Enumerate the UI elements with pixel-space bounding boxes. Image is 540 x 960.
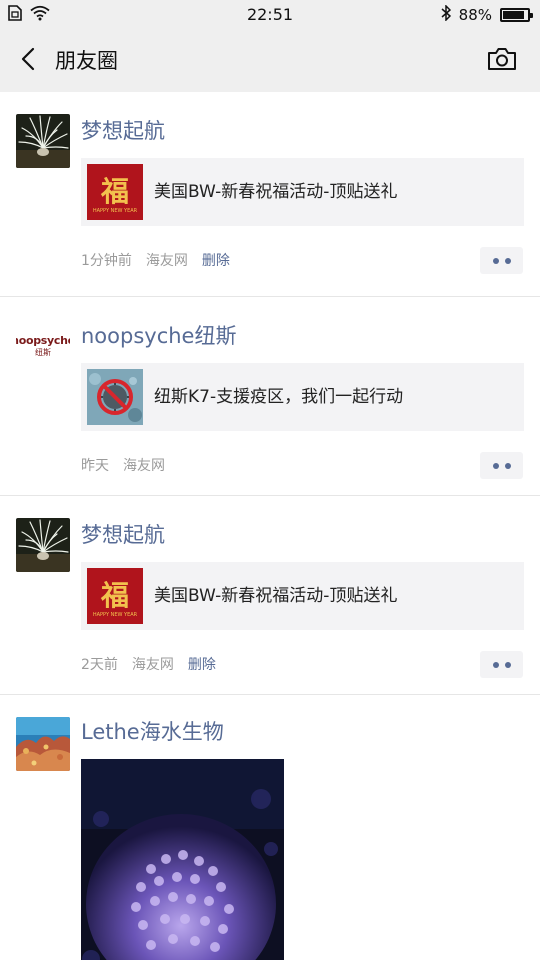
no-virus-sign [87,369,143,425]
link-thumbnail [87,369,143,425]
moment-post: 梦想起航 福 HAPPY NEW YEAR 美国BW-新春祝福活动-顶贴送礼 2… [0,496,540,695]
more-actions-button[interactable] [480,452,523,479]
sea-anemone-photo [16,518,70,572]
shared-link-card[interactable]: 纽斯K7-支援疫区，我们一起行动 [81,363,524,431]
shared-link-card[interactable]: 福 HAPPY NEW YEAR 美国BW-新春祝福活动-顶贴送礼 [81,562,524,630]
sea-anemone-photo [16,114,70,168]
bluetooth-icon [441,4,451,25]
nav-bar: 朋友圈 [0,30,540,92]
link-thumbnail: 福 HAPPY NEW YEAR [87,164,143,220]
delete-link[interactable]: 删除 [188,654,216,674]
more-actions-button[interactable] [480,651,523,678]
camera-button[interactable] [486,45,518,77]
status-bar: 22:51 88% [0,0,540,30]
post-author[interactable]: 梦想起航 [81,520,165,550]
post-author[interactable]: 梦想起航 [81,116,165,146]
link-title: 美国BW-新春祝福活动-顶贴送礼 [154,586,398,606]
fu-character-red-card: 福 HAPPY NEW YEAR [87,568,143,624]
link-thumbnail: 福 HAPPY NEW YEAR [87,568,143,624]
post-source: 海友网 [131,657,174,673]
camera-icon [487,47,517,75]
more-dots-icon [492,257,499,264]
link-title: 纽斯K7-支援疫区，我们一起行动 [154,387,404,407]
post-author[interactable]: noopsyche纽斯 [81,321,236,351]
status-right: 88% [441,4,533,26]
post-source: 海友网 [145,253,188,269]
post-time: 2天前 [81,657,118,673]
post-source: 海友网 [123,458,165,474]
post-meta: 2天前 海友网 删除 [81,653,216,675]
post-meta: 昨天 海友网 [81,454,165,476]
post-photo[interactable] [81,759,284,960]
moment-post: Lethe海水生物 [0,695,540,960]
battery-icon [500,8,533,22]
shared-link-card[interactable]: 福 HAPPY NEW YEAR 美国BW-新春祝福活动-顶贴送礼 [81,158,524,226]
chevron-left-icon [20,47,36,75]
post-meta: 1分钟前 海友网 删除 [81,249,230,271]
link-title: 美国BW-新春祝福活动-顶贴送礼 [154,182,398,202]
more-dots-icon [492,661,499,668]
coral-reef-photo [16,717,70,771]
avatar[interactable]: noopsyche 纽斯 [16,319,70,373]
post-time: 1分钟前 [81,253,132,269]
noopsyche-logo: noopsyche 纽斯 [16,319,70,373]
battery-percent: 88% [458,6,492,24]
purple-coral-aquarium-photo [81,759,284,960]
fu-character-red-card: 福 HAPPY NEW YEAR [87,164,143,220]
post-author[interactable]: Lethe海水生物 [81,717,224,747]
avatar[interactable] [16,518,70,572]
delete-link[interactable]: 删除 [202,250,230,270]
post-time: 昨天 [81,458,109,474]
avatar[interactable] [16,717,70,771]
more-actions-button[interactable] [480,247,523,274]
moment-post: noopsyche 纽斯 noopsyche纽斯 纽斯K7-支援疫区，我们一起行… [0,297,540,496]
more-dots-icon [492,462,499,469]
page-title: 朋友圈 [55,49,118,73]
avatar[interactable] [16,114,70,168]
moment-post: 梦想起航 福 HAPPY NEW YEAR 美国BW-新春祝福活动-顶贴送礼 1… [0,92,540,297]
moments-feed: 梦想起航 福 HAPPY NEW YEAR 美国BW-新春祝福活动-顶贴送礼 1… [0,92,540,960]
back-button[interactable] [14,44,42,78]
